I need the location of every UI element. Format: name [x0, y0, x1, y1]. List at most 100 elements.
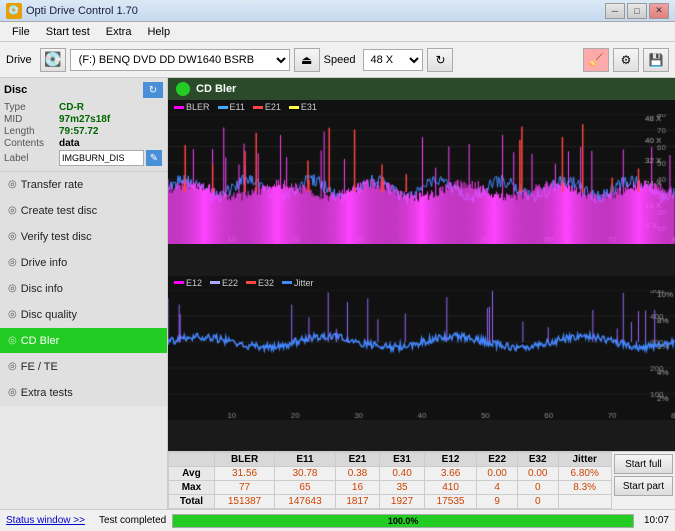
drive-icon: 💽: [40, 48, 66, 72]
legend-bler: BLER: [186, 102, 210, 112]
menu-help[interactable]: Help: [139, 24, 178, 40]
chart-title-icon: [176, 82, 190, 96]
transfer-rate-icon: ◎: [8, 179, 17, 190]
stats-buttons: Start full Start part: [612, 452, 675, 509]
status-time: 10:07: [644, 515, 669, 526]
legend-jitter: Jitter: [294, 278, 314, 288]
speed-label: Speed: [324, 54, 356, 66]
chart-header: CD Bler: [168, 78, 675, 100]
sidebar-item-transfer-rate[interactable]: ◎ Transfer rate: [0, 172, 167, 198]
legend-e22: E22: [222, 278, 238, 288]
stats-header-e21: E21: [335, 453, 380, 467]
legend-e11: E11: [230, 102, 245, 112]
disc-title: Disc: [4, 84, 27, 96]
label-input[interactable]: [59, 150, 144, 166]
stats-table: BLER E11 E21 E31 E12 E22 E32 Jitter Avg …: [168, 452, 612, 509]
max-bler: 77: [214, 481, 274, 495]
max-e22: 4: [477, 481, 518, 495]
chart1-legend: BLER E11 E21 E31: [168, 100, 675, 114]
chart2-canvas: [168, 290, 675, 420]
create-test-disc-icon: ◎: [8, 205, 17, 216]
max-jitter: 8.3%: [558, 481, 611, 495]
type-value: CD-R: [59, 102, 84, 113]
max-e11: 65: [275, 481, 335, 495]
avg-jitter: 6.80%: [558, 467, 611, 481]
sidebar-item-fe-te[interactable]: ◎ FE / TE: [0, 354, 167, 380]
max-e12: 410: [424, 481, 477, 495]
max-e31: 35: [380, 481, 425, 495]
total-jitter: [558, 495, 611, 509]
mid-label: MID: [4, 114, 59, 125]
sidebar-item-disc-info[interactable]: ◎ Disc info: [0, 276, 167, 302]
minimize-button[interactable]: ─: [605, 3, 625, 19]
stats-header-label: [169, 453, 215, 467]
eject-button[interactable]: ⏏: [294, 48, 320, 72]
legend-e31: E31: [301, 102, 317, 112]
max-e32: 0: [517, 481, 558, 495]
legend-e12: E12: [186, 278, 202, 288]
titlebar: 💿 Opti Drive Control 1.70 ─ □ ✕: [0, 0, 675, 22]
disc-panel: Disc ↻ Type CD-R MID 97m27s18f Length 79…: [0, 78, 167, 172]
menu-file[interactable]: File: [4, 24, 38, 40]
menu-extra[interactable]: Extra: [98, 24, 140, 40]
sidebar-item-verify-test-disc[interactable]: ◎ Verify test disc: [0, 224, 167, 250]
stats-header-e31: E31: [380, 453, 425, 467]
sidebar-label-cd-bler: CD Bler: [21, 335, 60, 347]
length-label: Length: [4, 126, 59, 137]
avg-label: Avg: [169, 467, 215, 481]
avg-bler: 31.56: [214, 467, 274, 481]
sidebar-item-cd-bler[interactable]: ◎ CD Bler: [0, 328, 167, 354]
stats-header-bler: BLER: [214, 453, 274, 467]
clear-button[interactable]: 🧹: [583, 48, 609, 72]
sidebar-label-drive-info: Drive info: [21, 257, 67, 269]
total-e21: 1817: [335, 495, 380, 509]
label-edit-button[interactable]: ✎: [146, 150, 162, 166]
speed-select[interactable]: 48 X: [363, 49, 423, 71]
window-controls: ─ □ ✕: [605, 3, 669, 19]
drive-select[interactable]: (F:) BENQ DVD DD DW1640 BSRB: [70, 49, 290, 71]
chart2-container: [168, 290, 675, 450]
stats-header-jitter: Jitter: [558, 453, 611, 467]
stats-header-e12: E12: [424, 453, 477, 467]
refresh-button[interactable]: ↻: [427, 48, 453, 72]
total-e12: 17535: [424, 495, 477, 509]
avg-e11: 30.78: [275, 467, 335, 481]
maximize-button[interactable]: □: [627, 3, 647, 19]
sidebar-label-create-test-disc: Create test disc: [21, 205, 97, 217]
disc-refresh-button[interactable]: ↻: [143, 82, 163, 98]
close-button[interactable]: ✕: [649, 3, 669, 19]
status-text: Test completed: [99, 515, 166, 526]
drive-info-icon: ◎: [8, 257, 17, 268]
stats-header-e32: E32: [517, 453, 558, 467]
contents-label: Contents: [4, 138, 59, 149]
sidebar-label-transfer-rate: Transfer rate: [21, 179, 84, 191]
total-e22: 9: [477, 495, 518, 509]
stats-row-avg: Avg 31.56 30.78 0.38 0.40 3.66 0.00 0.00…: [169, 467, 612, 481]
sidebar-item-create-test-disc[interactable]: ◎ Create test disc: [0, 198, 167, 224]
length-value: 79:57.72: [59, 126, 98, 137]
window-title: Opti Drive Control 1.70: [26, 5, 138, 17]
start-part-button[interactable]: Start part: [614, 476, 673, 496]
settings-button[interactable]: ⚙: [613, 48, 639, 72]
avg-e31: 0.40: [380, 467, 425, 481]
sidebar-item-disc-quality[interactable]: ◎ Disc quality: [0, 302, 167, 328]
sidebar-label-disc-info: Disc info: [21, 283, 63, 295]
content-area: CD Bler BLER E11 E21 E31 E12 E22 E32 Jit…: [168, 78, 675, 509]
status-window-link[interactable]: Status window >>: [6, 515, 85, 526]
sidebar-label-extra-tests: Extra tests: [21, 387, 73, 399]
save-button[interactable]: 💾: [643, 48, 669, 72]
chart-title: CD Bler: [196, 83, 236, 95]
start-full-button[interactable]: Start full: [614, 454, 673, 474]
menubar: File Start test Extra Help: [0, 22, 675, 42]
progress-bar-container: 100.0%: [172, 514, 634, 528]
main-layout: Disc ↻ Type CD-R MID 97m27s18f Length 79…: [0, 78, 675, 509]
total-e31: 1927: [380, 495, 425, 509]
disc-quality-icon: ◎: [8, 309, 17, 320]
total-e11: 147643: [275, 495, 335, 509]
menu-start-test[interactable]: Start test: [38, 24, 98, 40]
avg-e12: 3.66: [424, 467, 477, 481]
stats-row-max: Max 77 65 16 35 410 4 0 8.3%: [169, 481, 612, 495]
fe-te-icon: ◎: [8, 361, 17, 372]
sidebar-item-extra-tests[interactable]: ◎ Extra tests: [0, 380, 167, 406]
sidebar-item-drive-info[interactable]: ◎ Drive info: [0, 250, 167, 276]
